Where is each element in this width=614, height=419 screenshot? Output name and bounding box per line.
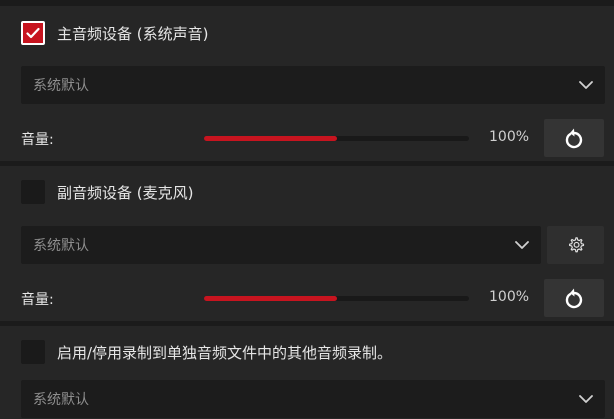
audio-settings-panel: 主音频设备 (系统声音) 系统默认 音量: 100% 副音频设备 (麦克风) 系… (0, 0, 614, 419)
separate-recording-device-select-value: 系统默认 (33, 392, 89, 408)
primary-device-select-value: 系统默认 (33, 78, 89, 94)
primary-audio-checkbox[interactable] (21, 21, 45, 45)
chevron-down-icon (579, 81, 593, 89)
secondary-device-select[interactable]: 系统默认 (21, 226, 541, 264)
secondary-volume-fill (204, 296, 337, 301)
secondary-volume-value: 100% (489, 289, 530, 305)
checkmark-icon (26, 27, 40, 39)
primary-volume-label: 音量: (21, 132, 54, 148)
secondary-audio-label: 副音频设备 (麦克风) (57, 183, 194, 202)
secondary-audio-checkbox[interactable] (21, 180, 45, 204)
secondary-device-select-value: 系统默认 (33, 238, 89, 254)
reset-icon (565, 128, 583, 149)
primary-volume-fill (204, 136, 337, 141)
section-divider (0, 321, 614, 326)
secondary-volume-reset-button[interactable] (544, 279, 604, 317)
top-divider (0, 0, 614, 6)
primary-audio-label: 主音频设备 (系统声音) (57, 24, 209, 43)
separate-audio-recording-toggle[interactable]: 启用/停用录制到单独音频文件中的其他音频录制。 (21, 339, 392, 365)
secondary-device-settings-button[interactable] (547, 226, 604, 264)
section-divider (0, 161, 614, 166)
primary-device-select[interactable]: 系统默认 (21, 66, 605, 104)
primary-volume-slider[interactable] (204, 136, 469, 141)
primary-volume-value: 100% (489, 129, 530, 145)
chevron-down-icon (515, 241, 529, 249)
chevron-down-icon (579, 395, 593, 403)
separate-audio-recording-label: 启用/停用录制到单独音频文件中的其他音频录制。 (57, 343, 393, 362)
primary-volume-reset-button[interactable] (544, 119, 604, 157)
separate-recording-device-select[interactable]: 系统默认 (21, 380, 605, 418)
secondary-audio-device-toggle[interactable]: 副音频设备 (麦克风) (21, 179, 193, 205)
primary-audio-device-toggle[interactable]: 主音频设备 (系统声音) (21, 20, 208, 46)
separate-audio-recording-checkbox[interactable] (21, 340, 45, 364)
secondary-volume-slider[interactable] (204, 296, 469, 301)
reset-icon (565, 288, 583, 309)
secondary-volume-label: 音量: (21, 292, 54, 308)
gear-icon (568, 237, 584, 253)
